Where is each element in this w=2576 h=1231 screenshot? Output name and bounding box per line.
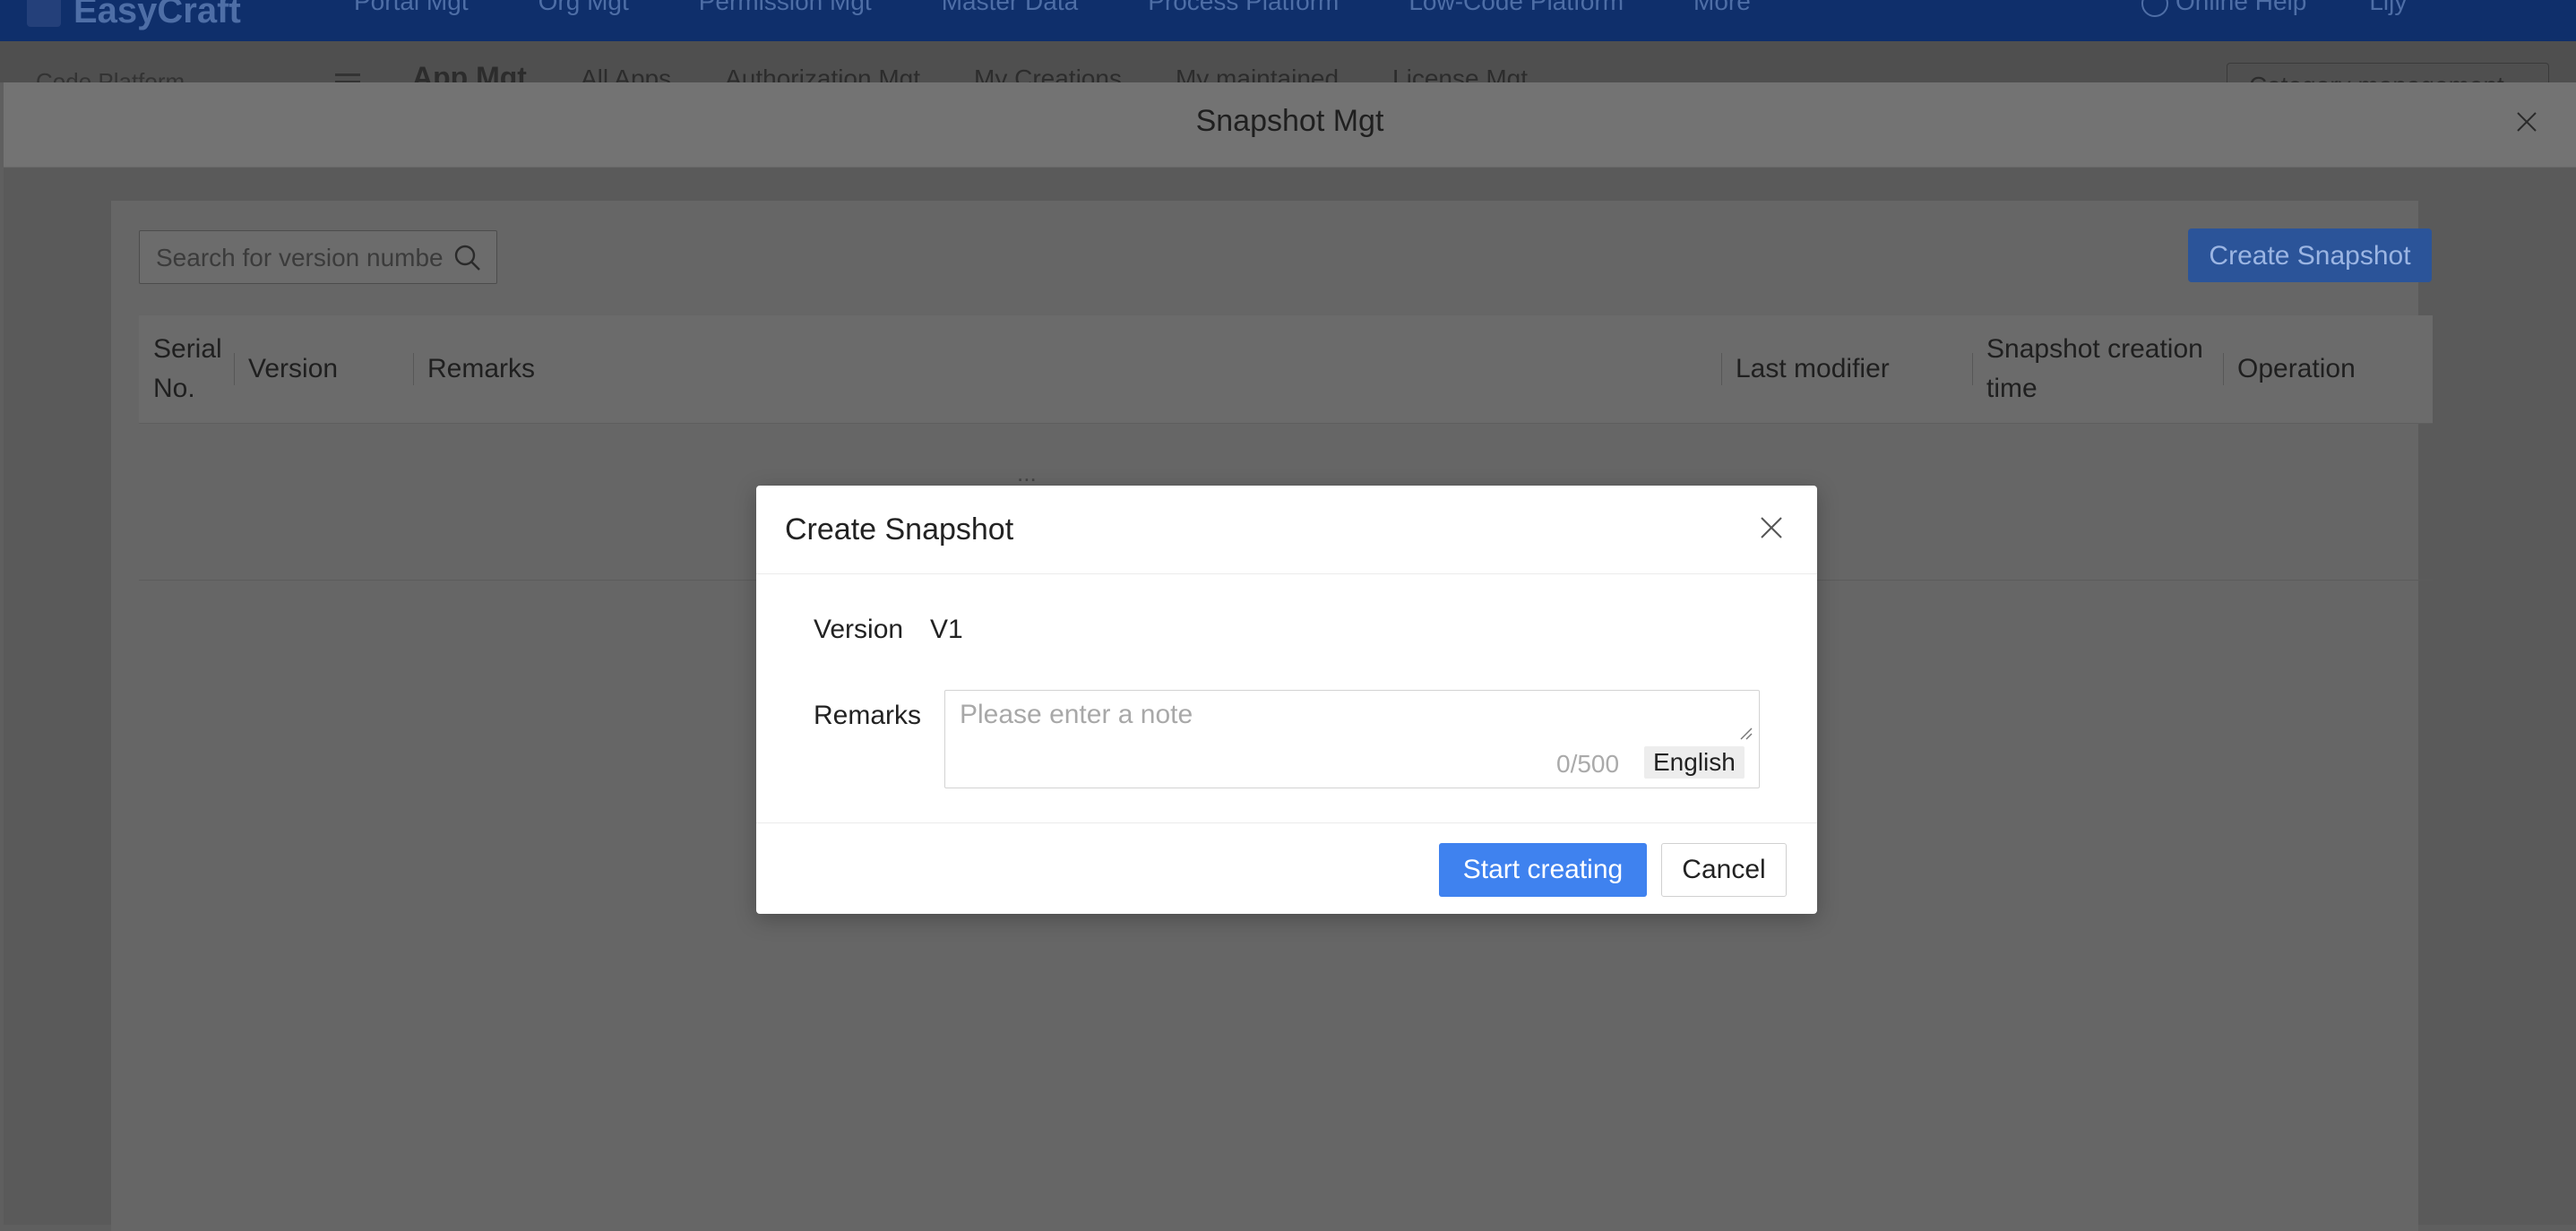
main-nav: Portal Mgt Org Mgt Permission Mgt Master…	[354, 0, 1751, 16]
close-icon[interactable]	[2512, 108, 2541, 136]
online-help-link[interactable]: Online Help	[2141, 0, 2306, 17]
column-version: Version	[234, 315, 413, 423]
dialog-footer: Start creating Cancel	[756, 822, 1817, 915]
column-snapshot-creation-time: Snapshot creation time	[1972, 315, 2223, 423]
top-right-actions: Online Help Lijy	[2141, 0, 2407, 17]
resize-handle-icon[interactable]	[1739, 727, 1753, 741]
user-menu[interactable]: Lijy	[2369, 0, 2407, 16]
empty-placeholder: ...	[1017, 460, 1037, 486]
menu-icon[interactable]	[335, 73, 360, 76]
nav-item-process-platform[interactable]: Process Platform	[1148, 0, 1339, 16]
top-navigation-bar: EasyCraft Portal Mgt Org Mgt Permission …	[0, 0, 2576, 41]
online-help-label: Online Help	[2175, 0, 2307, 15]
dialog-title: Create Snapshot	[785, 512, 1014, 547]
app-logo[interactable]: EasyCraft	[27, 0, 241, 31]
remarks-label: Remarks	[814, 701, 922, 730]
nav-item-more[interactable]: More	[1693, 0, 1751, 16]
table-header: Serial No. Version Remarks Last modifier…	[139, 315, 2433, 424]
version-label: Version	[814, 615, 904, 644]
logo-icon	[27, 0, 61, 27]
logo-text: EasyCraft	[73, 0, 241, 30]
remarks-textarea[interactable]	[960, 700, 1730, 736]
language-selector[interactable]: English	[1644, 746, 1745, 779]
character-counter: 0/500	[1556, 750, 1620, 778]
version-value: V1	[930, 615, 963, 644]
drawer-header: Snapshot Mgt	[4, 82, 2576, 168]
nav-item-low-code-platform[interactable]: Low-Code Platform	[1409, 0, 1624, 16]
nav-item-org-mgt[interactable]: Org Mgt	[538, 0, 629, 16]
close-icon[interactable]	[1757, 513, 1786, 542]
column-serial-no: Serial No.	[153, 334, 222, 403]
search-box	[139, 230, 497, 284]
column-operation: Operation	[2223, 315, 2433, 423]
remarks-field: 0/500 English	[944, 690, 1760, 788]
dialog-header: Create Snapshot	[756, 486, 1817, 574]
drawer-title: Snapshot Mgt	[1195, 104, 1384, 138]
create-snapshot-dialog: Create Snapshot Version V1 Remarks 0/500…	[756, 486, 1817, 914]
search-icon[interactable]	[452, 242, 484, 274]
column-last-modifier: Last modifier	[1721, 315, 1972, 423]
nav-item-portal-mgt[interactable]: Portal Mgt	[354, 0, 469, 16]
sub-navigation-bar: Code Platform App Mgt All Apps Authoriza…	[0, 41, 2576, 108]
create-snapshot-button[interactable]: Create Snapshot	[2188, 228, 2432, 282]
column-remarks: Remarks	[413, 315, 1712, 423]
version-search-input[interactable]	[154, 240, 444, 276]
nav-item-master-data[interactable]: Master Data	[942, 0, 1079, 16]
start-creating-button[interactable]: Start creating	[1439, 843, 1647, 897]
cancel-button[interactable]: Cancel	[1661, 843, 1787, 897]
help-icon	[2141, 0, 2168, 17]
nav-item-permission-mgt[interactable]: Permission Mgt	[699, 0, 872, 16]
